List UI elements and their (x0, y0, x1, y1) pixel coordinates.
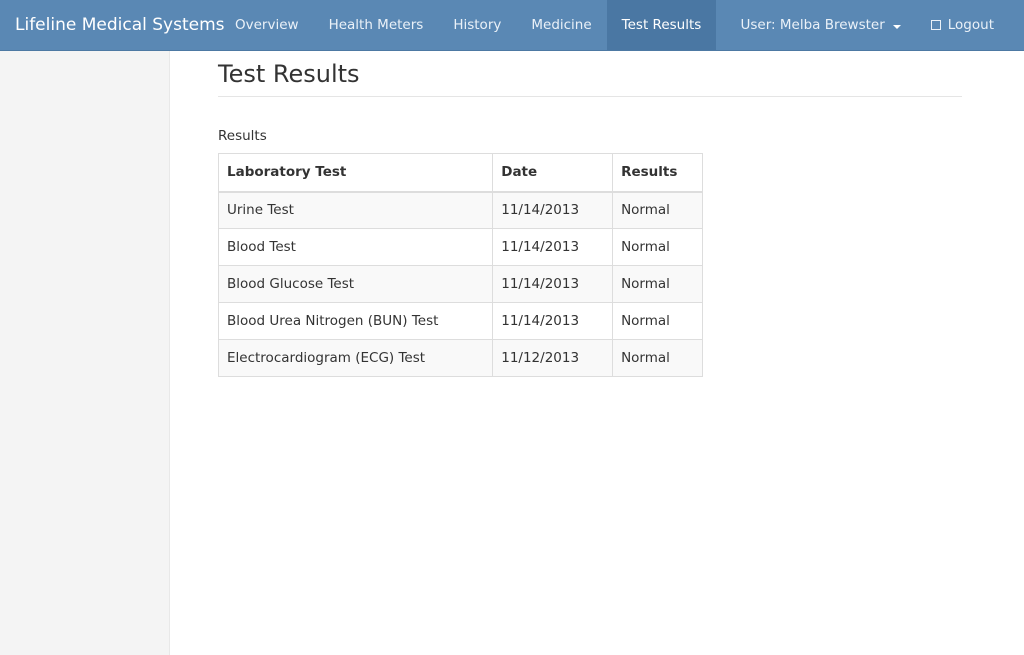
cell-date: 11/12/2013 (492, 339, 614, 377)
header-date: Date (492, 153, 614, 193)
header-results: Results (612, 153, 703, 193)
main-content: Test Results Results Laboratory Test Dat… (217, 51, 962, 377)
cell-result: Normal (612, 339, 703, 377)
nav-item-history[interactable]: History (438, 0, 516, 50)
cell-test: Electrocardiogram (ECG) Test (217, 339, 494, 377)
logout-label: Logout (947, 17, 994, 33)
table-row: Blood Test 11/14/2013 Normal (217, 228, 703, 266)
top-navbar: Lifeline Medical Systems Overview Health… (0, 0, 1024, 51)
sidebar (0, 51, 170, 655)
table-row: Blood Urea Nitrogen (BUN) Test 11/14/201… (217, 302, 703, 340)
table-row: Blood Glucose Test 11/14/2013 Normal (217, 265, 703, 303)
caret-down-icon (892, 24, 901, 29)
user-label: User: Melba Brewster (740, 17, 885, 33)
brand-link[interactable]: Lifeline Medical Systems (15, 0, 225, 50)
cell-test: Blood Test (217, 228, 494, 266)
logout-icon (930, 20, 941, 30)
page-title: Test Results (218, 51, 962, 97)
cell-result: Normal (612, 191, 703, 229)
user-nav: User: Melba Brewster Logout (726, 0, 1010, 50)
cell-test: Urine Test (217, 191, 494, 229)
cell-date: 11/14/2013 (492, 302, 614, 340)
main-nav: Overview Health Meters History Medicine … (220, 0, 717, 50)
table-header-row: Laboratory Test Date Results (217, 153, 703, 193)
table-row: Electrocardiogram (ECG) Test 11/12/2013 … (217, 339, 703, 377)
cell-date: 11/14/2013 (492, 228, 614, 266)
cell-date: 11/14/2013 (492, 191, 614, 229)
header-laboratory-test: Laboratory Test (217, 153, 494, 193)
cell-result: Normal (612, 228, 703, 266)
nav-item-medicine[interactable]: Medicine (516, 0, 606, 50)
cell-result: Normal (612, 265, 703, 303)
user-dropdown[interactable]: User: Melba Brewster (726, 0, 916, 50)
cell-result: Normal (612, 302, 703, 340)
table-row: Urine Test 11/14/2013 Normal (217, 191, 703, 229)
section-label: Results (218, 128, 267, 144)
cell-test: Blood Glucose Test (217, 265, 494, 303)
cell-test: Blood Urea Nitrogen (BUN) Test (217, 302, 494, 340)
cell-date: 11/14/2013 (492, 265, 614, 303)
nav-item-health-meters[interactable]: Health Meters (314, 0, 439, 50)
nav-item-test-results[interactable]: Test Results (606, 0, 717, 50)
nav-item-overview[interactable]: Overview (220, 0, 314, 50)
results-table: Laboratory Test Date Results Urine Test … (217, 153, 703, 377)
logout-link[interactable]: Logout (916, 0, 1009, 50)
